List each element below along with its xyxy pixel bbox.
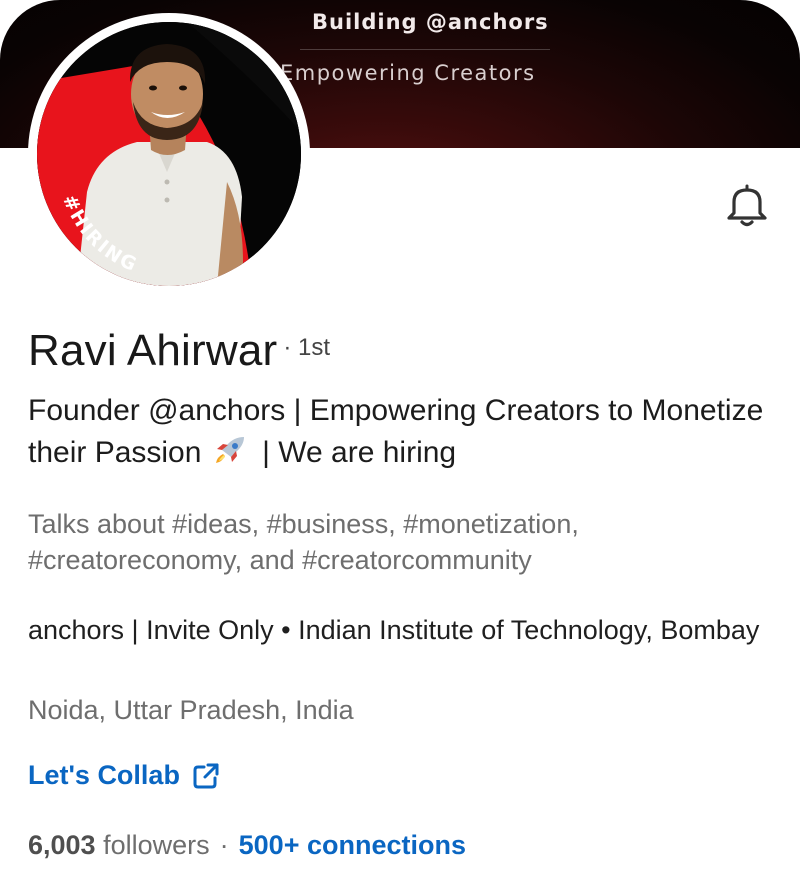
connection-degree: · 1st — [283, 334, 331, 361]
stats-separator: · — [219, 830, 229, 860]
collab-link-label[interactable]: Let's Collab — [28, 760, 180, 791]
banner-divider — [300, 49, 550, 50]
followers-count[interactable]: 6,003 — [28, 830, 96, 860]
bell-icon[interactable] — [722, 182, 772, 228]
profile-location: Noida, Uttar Pradesh, India — [28, 695, 354, 725]
collab-link[interactable]: Let's Collab — [28, 760, 220, 791]
profile-card: Building @anchors Empowering Creators #H… — [0, 0, 800, 883]
rocket-emoji — [214, 435, 248, 465]
avatar[interactable]: #HIRING — [37, 22, 301, 286]
external-link-icon[interactable] — [192, 762, 220, 790]
connections-link[interactable]: 500+ connections — [239, 830, 466, 860]
profile-stats: 6,003 followers · 500+ connections — [28, 830, 466, 861]
banner-subtitle: Empowering Creators — [280, 61, 536, 85]
profile-headline: Founder @anchors | Empowering Creators t… — [28, 390, 788, 474]
headline-hiring-text: | We are hiring — [262, 436, 457, 469]
profile-name-row: Ravi Ahirwar · 1st — [28, 326, 330, 376]
profile-name[interactable]: Ravi Ahirwar — [28, 326, 277, 375]
followers-label[interactable]: followers — [103, 830, 210, 860]
talks-about: Talks about #ideas, #business, #monetiza… — [28, 509, 579, 575]
banner-title: Building @anchors — [312, 10, 549, 34]
organization-line[interactable]: anchors | Invite Only • Indian Institute… — [28, 612, 788, 648]
